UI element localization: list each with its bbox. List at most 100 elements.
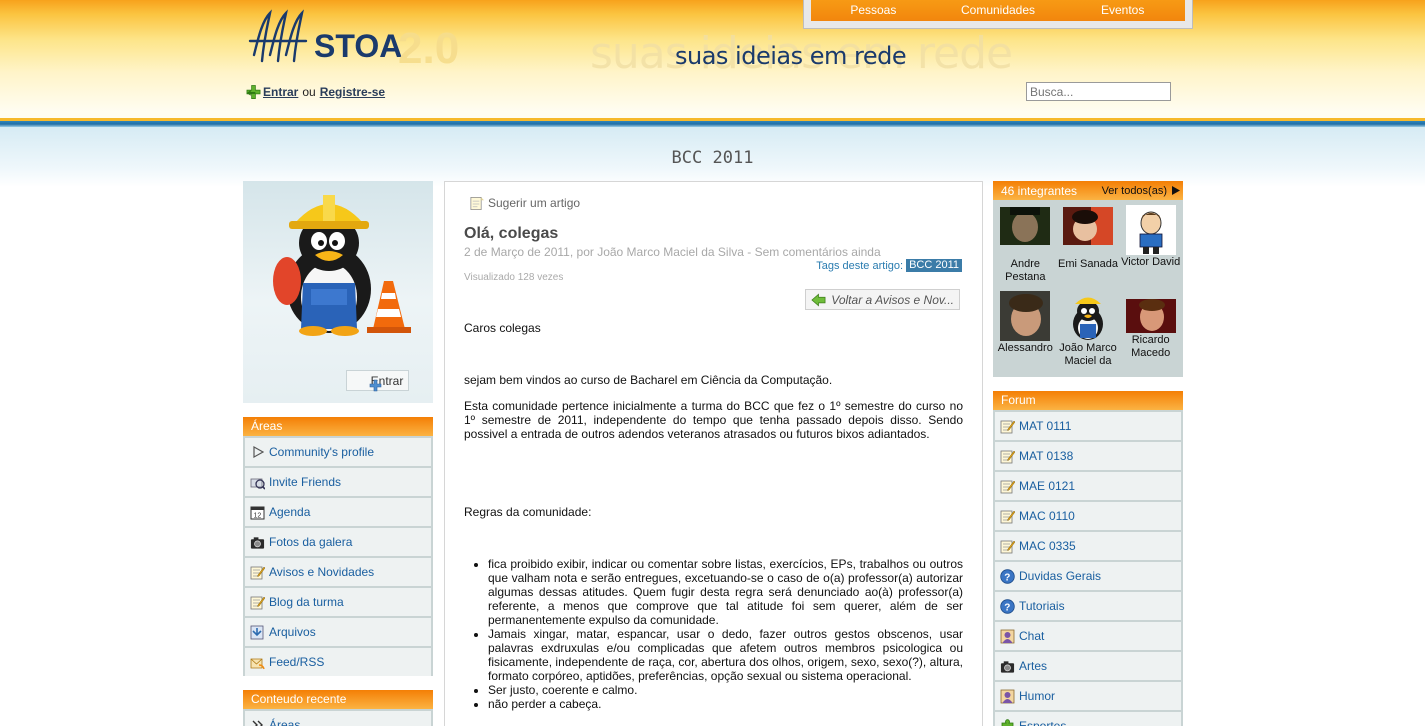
area-label: Arquivos bbox=[269, 625, 316, 639]
forum-item-label: Tutoriais bbox=[1019, 599, 1065, 613]
areas-title: Áreas bbox=[243, 417, 433, 436]
nav-comunidades[interactable]: Comunidades bbox=[936, 0, 1061, 21]
see-all-label: Ver todos(as) bbox=[1101, 184, 1167, 197]
forum-item-mat-0111[interactable]: MAT 0111 bbox=[995, 412, 1181, 440]
area-agenda[interactable]: 12 Agenda bbox=[245, 498, 431, 526]
forum-box: Forum MAT 0111 MAT 0138 MAE 0121 MAC 0110 MA… bbox=[993, 391, 1183, 726]
area-blog-da-turma[interactable]: Blog da turma bbox=[245, 588, 431, 616]
back-button[interactable]: Voltar a Avisos e Nov... bbox=[805, 289, 960, 310]
forum-item-label: Humor bbox=[1019, 689, 1056, 703]
notepad-icon bbox=[1000, 539, 1015, 554]
community-avatar bbox=[273, 195, 411, 336]
area-avisos-e-novidades[interactable]: Avisos e Novidades bbox=[245, 558, 431, 586]
login-line: Entrar ou Registre-se bbox=[246, 84, 385, 99]
community-avatar-box: Entrar bbox=[243, 181, 433, 403]
forum-item-duvidas-gerais[interactable]: ? Duvidas Gerais bbox=[995, 562, 1181, 590]
search-input[interactable] bbox=[1026, 82, 1171, 101]
slogan: suas ideias em rede bbox=[675, 42, 907, 70]
nav-eventos[interactable]: Eventos bbox=[1060, 0, 1185, 21]
new-article-icon bbox=[469, 195, 484, 210]
forum-item-label: MAT 0111 bbox=[1019, 419, 1072, 433]
login-link[interactable]: Entrar bbox=[263, 85, 298, 99]
chat-icon bbox=[1000, 629, 1015, 644]
notepad-icon bbox=[1000, 509, 1015, 524]
forum-item-mac-0110[interactable]: MAC 0110 bbox=[995, 502, 1181, 530]
area-arquivos[interactable]: Arquivos bbox=[245, 618, 431, 646]
area-label: Fotos da galera bbox=[269, 535, 353, 549]
forum-title: Forum bbox=[993, 391, 1183, 410]
forum-item-mac-0335[interactable]: MAC 0335 bbox=[995, 532, 1181, 560]
brand-version: 2.0 bbox=[398, 24, 459, 69]
triangle-right-icon bbox=[250, 445, 265, 460]
area-label: Agenda bbox=[269, 505, 311, 519]
area-label: Blog da turma bbox=[269, 595, 344, 609]
forum-item-chat[interactable]: Chat bbox=[995, 622, 1181, 650]
camera-icon bbox=[1000, 659, 1015, 674]
calendar-icon: 12 bbox=[250, 505, 265, 520]
rules-list: fica proibido exibir, indicar ou comenta… bbox=[464, 557, 963, 711]
forum-item-label: Chat bbox=[1019, 629, 1045, 643]
site-header: STOA 2.0 suas ideias em rede suas ideias… bbox=[0, 0, 1425, 118]
suggest-article-label: Sugerir um artigo bbox=[488, 195, 581, 210]
member-avatar bbox=[1000, 291, 1051, 341]
member-card[interactable]: Andre Pestana bbox=[994, 205, 1057, 285]
article-body: Caros colegas sejam bem vindos ao curso … bbox=[464, 321, 963, 711]
member-card[interactable]: Emi Sanada bbox=[1057, 205, 1120, 285]
forum-item-artes[interactable]: Artes bbox=[995, 652, 1181, 680]
join-community-button[interactable]: Entrar bbox=[346, 370, 409, 392]
article-tags: Tags deste artigo: BCC 2011 bbox=[816, 259, 962, 272]
member-card[interactable]: João Marco Maciel da bbox=[1057, 291, 1120, 371]
svg-text:12: 12 bbox=[254, 512, 262, 519]
see-all-members-link[interactable]: Ver todos(as) bbox=[1102, 185, 1180, 197]
member-name: Emi Sanada bbox=[1058, 258, 1118, 270]
area-community-profile[interactable]: Community's profile bbox=[245, 438, 431, 466]
suggest-article-button[interactable]: Sugerir um artigo bbox=[469, 195, 580, 210]
recent-content-box: Conteudo recente Áreas bbox=[243, 690, 433, 726]
member-card[interactable]: Ricardo Macedo bbox=[1119, 291, 1182, 371]
stoa-logo[interactable]: STOA 2.0 bbox=[248, 9, 468, 73]
rule-item: fica proibido exibir, indicar ou comenta… bbox=[488, 557, 963, 627]
forum-item-tutoriais[interactable]: ? Tutoriais bbox=[995, 592, 1181, 620]
invite-icon bbox=[250, 475, 265, 490]
forum-item-label: MAE 0121 bbox=[1019, 479, 1076, 493]
member-card[interactable]: Alessandro bbox=[994, 291, 1057, 371]
area-feed-rss[interactable]: Feed/RSS bbox=[245, 648, 431, 676]
member-avatar bbox=[1125, 205, 1176, 255]
register-link[interactable]: Registre-se bbox=[320, 85, 385, 99]
play-arrow-icon bbox=[1172, 186, 1180, 195]
notepad-icon bbox=[1000, 419, 1015, 434]
article-paragraph: Esta comunidade pertence inicialmente a … bbox=[464, 399, 963, 441]
forum-item-mae-0121[interactable]: MAE 0121 bbox=[995, 472, 1181, 500]
notepad-icon bbox=[250, 595, 265, 610]
svg-text:?: ? bbox=[1004, 602, 1010, 613]
forum-item-esportes[interactable]: Esportes bbox=[995, 712, 1181, 726]
forum-item-humor[interactable]: Humor bbox=[995, 682, 1181, 710]
folder-icon bbox=[250, 625, 265, 640]
member-name: Ricardo Macedo bbox=[1131, 334, 1171, 359]
area-fotos-da-galera[interactable]: Fotos da galera bbox=[245, 528, 431, 556]
recent-item-label: Áreas bbox=[269, 718, 301, 726]
member-avatar bbox=[1000, 207, 1051, 257]
forum-item-label: MAC 0110 bbox=[1019, 509, 1075, 523]
chat-icon bbox=[1000, 689, 1015, 704]
area-invite-friends[interactable]: Invite Friends bbox=[245, 468, 431, 496]
member-name: Andre Pestana bbox=[1005, 258, 1046, 283]
nav-pessoas[interactable]: Pessoas bbox=[811, 0, 936, 21]
notepad-icon bbox=[1000, 479, 1015, 494]
recent-item[interactable]: Áreas bbox=[245, 711, 431, 726]
notepad-icon bbox=[1000, 449, 1015, 464]
tag-link[interactable]: BCC 2011 bbox=[906, 259, 962, 272]
left-sidebar: Entrar Áreas Community's profile Invite … bbox=[243, 181, 433, 726]
plus-icon bbox=[352, 373, 382, 392]
forum-item-label: MAC 0335 bbox=[1019, 539, 1076, 553]
feed-icon bbox=[250, 655, 265, 670]
areas-box: Áreas Community's profile Invite Friends… bbox=[243, 417, 433, 676]
member-card[interactable]: Victor David bbox=[1119, 205, 1182, 285]
member-name: Alessandro bbox=[997, 342, 1053, 354]
help-icon: ? bbox=[1000, 568, 1015, 584]
article-welcome: sejam bem vindos ao curso de Bacharel em… bbox=[464, 373, 833, 387]
right-sidebar: 46 integrantes Ver todos(as) Andre Pesta… bbox=[993, 181, 1183, 726]
forum-item-mat-0138[interactable]: MAT 0138 bbox=[995, 442, 1181, 470]
back-arrow-icon bbox=[811, 292, 826, 307]
member-avatar bbox=[1062, 207, 1113, 257]
